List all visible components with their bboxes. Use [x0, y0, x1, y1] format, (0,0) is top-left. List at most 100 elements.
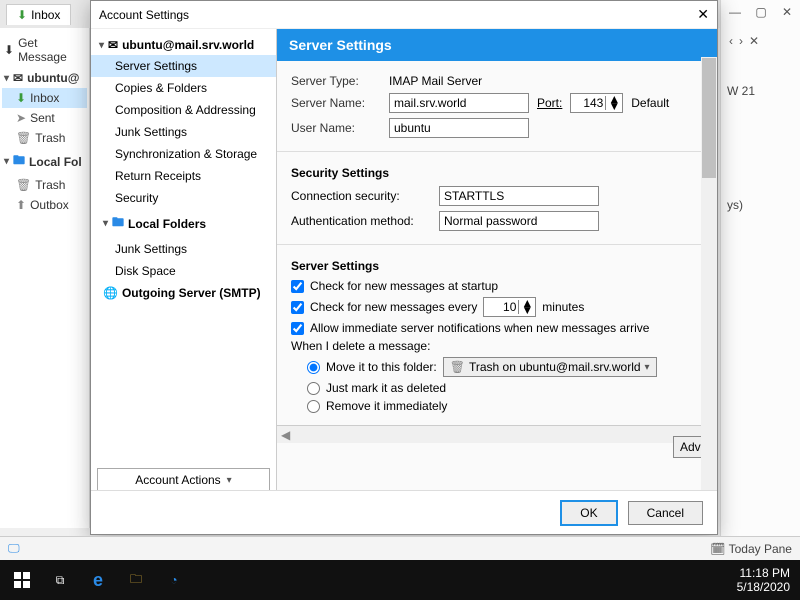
chevron-down-icon: ▾	[4, 156, 9, 167]
forward-icon[interactable]: ›	[739, 34, 743, 48]
status-left-icon[interactable]: 🖵	[8, 541, 20, 556]
scrollbar-thumb[interactable]	[702, 58, 716, 178]
interval-input[interactable]	[484, 298, 518, 316]
check-startup[interactable]: Check for new messages at startup	[291, 279, 703, 293]
nav-security[interactable]: Security	[91, 187, 276, 209]
ok-button[interactable]: OK	[560, 500, 617, 526]
account-settings-dialog: Account Settings ✕ ▾ ✉ ubuntu@mail.srv.w…	[90, 0, 718, 535]
download-icon: ⬇	[4, 43, 14, 57]
bg-fragment: ys)	[721, 128, 800, 282]
checkbox[interactable]	[291, 280, 304, 293]
radio-mark-deleted[interactable]: Just mark it as deleted	[307, 381, 703, 395]
mail-icon: ✉	[108, 38, 118, 52]
user-name-input[interactable]	[389, 118, 529, 138]
default-label: Default	[631, 96, 669, 110]
nav-sync[interactable]: Synchronization & Storage	[91, 143, 276, 165]
nav-disk-space[interactable]: Disk Space	[91, 260, 276, 282]
tree-account[interactable]: ▾ ✉ ubuntu@	[2, 68, 87, 88]
folder-icon: 🖿	[112, 213, 124, 234]
inbox-icon: ⬇	[16, 91, 26, 105]
tree-local-trash[interactable]: 🗑 Trash	[2, 175, 87, 195]
today-pane-button[interactable]: 🗓 Today Pane	[710, 542, 792, 556]
radio[interactable]	[307, 361, 320, 374]
port-label: Port:	[537, 96, 562, 110]
close-icon[interactable]: ✕	[697, 6, 709, 23]
dialog-titlebar: Account Settings ✕	[91, 1, 717, 29]
get-messages-button[interactable]: ⬇ Get Message	[2, 32, 87, 68]
radio-remove-immediately[interactable]: Remove it immediately	[307, 399, 703, 413]
check-immediate[interactable]: Allow immediate server notifications whe…	[291, 321, 703, 335]
server-name-input[interactable]	[389, 93, 529, 113]
chevron-down-icon: ▾	[4, 73, 9, 84]
cancel-button[interactable]: Cancel	[628, 501, 703, 525]
delete-label: When I delete a message:	[291, 339, 703, 353]
explorer-icon[interactable]: 🗀	[124, 568, 148, 592]
port-stepper[interactable]: ▲▼	[570, 93, 623, 113]
checkbox[interactable]	[291, 301, 304, 314]
nav-account-header[interactable]: ▾ ✉ ubuntu@mail.srv.world	[91, 35, 276, 55]
mail-folder-tree: ⬇ Get Message ▾ ✉ ubuntu@ ⬇ Inbox ➤ Sent…	[0, 28, 90, 528]
close-icon[interactable]: ✕	[774, 0, 800, 24]
server-type-value: IMAP Mail Server	[389, 74, 482, 88]
auth-method-label: Authentication method:	[291, 214, 431, 228]
tree-trash[interactable]: 🗑 Trash	[2, 128, 87, 148]
conn-security-select[interactable]: STARTTLS	[439, 186, 599, 206]
calendar-icon: 🗓	[710, 542, 725, 556]
bg-fragment: W 21	[721, 54, 800, 128]
spin-down-icon[interactable]: ▼	[519, 307, 535, 314]
conn-security-label: Connection security:	[291, 189, 431, 203]
nav-junk[interactable]: Junk Settings	[91, 121, 276, 143]
account-actions-button[interactable]: Account Actions ▾	[97, 468, 270, 490]
server-section: Server Type: IMAP Mail Server Server Nam…	[277, 61, 717, 152]
nav-composition[interactable]: Composition & Addressing	[91, 99, 276, 121]
nav-smtp[interactable]: 🌐 Outgoing Server (SMTP)	[91, 282, 276, 304]
checkbox[interactable]	[291, 322, 304, 335]
security-section: Security Settings Connection security: S…	[277, 152, 717, 245]
tab-inbox[interactable]: ⬇ Inbox	[6, 4, 71, 25]
tree-sent[interactable]: ➤ Sent	[2, 108, 87, 128]
folder-icon: 🖿	[13, 151, 25, 172]
trash-icon: 🗑	[16, 178, 31, 192]
radio-move-folder[interactable]: Move it to this folder: 🗑 Trash on ubunt…	[307, 357, 703, 377]
horizontal-scrollbar[interactable]: ◀▶	[277, 425, 717, 443]
edge-icon[interactable]: e	[86, 568, 110, 592]
chevron-down-icon: ▾	[645, 362, 650, 373]
chevron-down-icon: ▾	[103, 218, 108, 229]
status-bar: 🖵 🗓 Today Pane	[0, 536, 800, 560]
start-icon[interactable]	[10, 568, 34, 592]
close-icon[interactable]: ✕	[749, 34, 759, 48]
check-interval[interactable]: Check for new messages every ▲▼ minutes	[291, 297, 703, 317]
taskbar: ⧉ e 🗀 ◔ 11:18 PM 5/18/2020	[0, 560, 800, 600]
thunderbird-icon[interactable]: ◔	[162, 568, 186, 592]
auth-method-select[interactable]: Normal password	[439, 211, 599, 231]
nav-arrows: ‹ › ✕	[721, 28, 800, 54]
back-icon[interactable]: ‹	[729, 34, 733, 48]
interval-stepper[interactable]: ▲▼	[483, 297, 536, 317]
nav-server-settings[interactable]: Server Settings	[91, 55, 276, 77]
tree-outbox[interactable]: ⬆ Outbox	[2, 195, 87, 215]
radio[interactable]	[307, 382, 320, 395]
maximize-icon[interactable]: ▢	[748, 0, 774, 24]
vertical-scrollbar[interactable]	[701, 57, 717, 490]
nav-return-receipts[interactable]: Return Receipts	[91, 165, 276, 187]
dialog-title: Account Settings	[99, 8, 189, 22]
tree-inbox[interactable]: ⬇ Inbox	[2, 88, 87, 108]
spin-down-icon[interactable]: ▼	[606, 103, 622, 110]
port-input[interactable]	[571, 94, 605, 112]
server-settings-title: Server Settings	[291, 259, 703, 273]
radio[interactable]	[307, 400, 320, 413]
nav-local-folders[interactable]: ▾ 🖿 Local Folders	[91, 209, 276, 238]
chevron-down-icon: ▾	[99, 40, 104, 51]
taskview-icon[interactable]: ⧉	[48, 568, 72, 592]
minimize-icon[interactable]: —	[722, 0, 748, 24]
trash-folder-select[interactable]: 🗑 Trash on ubuntu@mail.srv.world ▾	[443, 357, 657, 377]
nav-local-junk[interactable]: Junk Settings	[91, 238, 276, 260]
nav-copies-folders[interactable]: Copies & Folders	[91, 77, 276, 99]
server-settings-section: Server Settings Check for new messages a…	[277, 245, 717, 425]
inbox-icon: ⬇	[17, 8, 27, 22]
system-clock[interactable]: 11:18 PM 5/18/2020	[737, 566, 800, 594]
globe-icon: 🌐	[103, 286, 118, 300]
tree-local-folders[interactable]: ▾ 🖿 Local Fol	[2, 148, 87, 175]
mail-icon: ✉	[13, 71, 23, 85]
trash-icon: 🗑	[450, 360, 465, 374]
